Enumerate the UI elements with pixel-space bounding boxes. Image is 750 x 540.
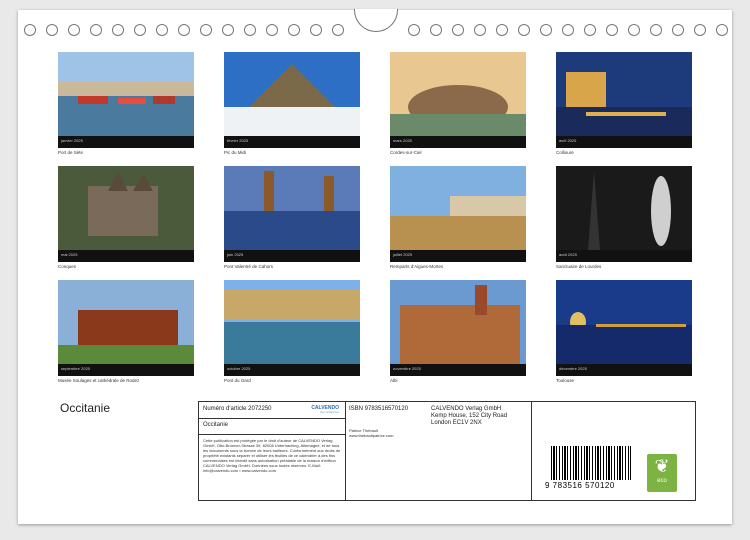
binding-hole bbox=[562, 24, 574, 36]
calendar-title: Occitanie bbox=[60, 401, 111, 415]
publisher-address: Kemp House, 152 City Road bbox=[431, 413, 508, 419]
month-tile: décembre 2025 Toulouse bbox=[556, 280, 692, 383]
article-cell: Numéro d'article 2072250 CALVENDO Das Ve… bbox=[199, 402, 346, 500]
binding-hole bbox=[244, 24, 256, 36]
month-label: mars 2025 bbox=[393, 138, 412, 143]
month-tile: février 2025 Pic du Midi bbox=[224, 52, 360, 155]
month-label: janvier 2025 bbox=[61, 138, 83, 143]
month-tile: juillet 2025 Remparts d'Aigues-Mortes bbox=[390, 166, 526, 269]
binding-hole bbox=[24, 24, 36, 36]
binding-hole bbox=[474, 24, 486, 36]
publisher-info-box: Numéro d'article 2072250 CALVENDO Das Ve… bbox=[198, 401, 696, 501]
month-label: décembre 2025 bbox=[559, 366, 587, 371]
photo-caption: Toulouse bbox=[556, 378, 575, 383]
barcode-bars bbox=[551, 446, 631, 480]
photo-caption: Port de Sète bbox=[58, 150, 84, 155]
binding-hole bbox=[672, 24, 684, 36]
binding-hole bbox=[628, 24, 640, 36]
isbn-cell: ISBN 9783516570120 Patrice Thebault www.… bbox=[345, 402, 532, 500]
binding-hole bbox=[496, 24, 508, 36]
photo-pont-du-gard bbox=[224, 280, 360, 364]
month-tile: mai 2025 Conques bbox=[58, 166, 194, 269]
binding-hole bbox=[178, 24, 190, 36]
author-website: www.thebaultpatrice.com bbox=[349, 433, 394, 438]
photo-caption: Collioure bbox=[556, 150, 574, 155]
month-label: octobre 2025 bbox=[227, 366, 251, 371]
photo-caption: Musée Soulages et cathédrale de Rodez bbox=[58, 378, 140, 383]
month-tile: mars 2025 Cordes-sur-Ciel bbox=[390, 52, 526, 155]
month-tile: avril 2025 Collioure bbox=[556, 52, 692, 155]
photo-caption: Conques bbox=[58, 264, 77, 269]
binding-hole bbox=[156, 24, 168, 36]
photo-caption: Sanctuaire de Lourdes bbox=[556, 264, 602, 269]
binding-hole bbox=[222, 24, 234, 36]
photo-port-de-sete bbox=[58, 52, 194, 136]
photo-toulouse bbox=[556, 280, 692, 364]
legal-text: Cette publication est protégée par le dr… bbox=[203, 438, 341, 473]
month-label: juin 2025 bbox=[227, 252, 244, 257]
binding-hole bbox=[584, 24, 596, 36]
calvendo-sub: Das Verlagshaus bbox=[320, 411, 339, 414]
binding-hole bbox=[46, 24, 58, 36]
calendar-back-page: janvier 2025 Port de Sète février 2025 P… bbox=[18, 9, 732, 524]
month-tile: septembre 2025 Musée Soulages et cathédr… bbox=[58, 280, 194, 383]
photo-cordes-sur-ciel bbox=[390, 52, 526, 136]
month-label: avril 2025 bbox=[559, 138, 577, 143]
month-tile: octobre 2025 Pont du Gard bbox=[224, 280, 360, 383]
photo-lourdes bbox=[556, 166, 692, 250]
leaf-icon: ❦ bbox=[654, 456, 670, 476]
isbn: ISBN 9783516570120 bbox=[349, 406, 409, 412]
binding-hole bbox=[694, 24, 706, 36]
binding-hole bbox=[650, 24, 662, 36]
binding-hole bbox=[112, 24, 124, 36]
photo-conques bbox=[58, 166, 194, 250]
barcode: 9 783516 570120 bbox=[545, 446, 631, 492]
month-label: août 2025 bbox=[559, 252, 577, 257]
photo-caption: Albi bbox=[390, 378, 398, 383]
binding-hole bbox=[332, 24, 344, 36]
month-tile: novembre 2025 Albi bbox=[390, 280, 526, 383]
calendar-name: Occitanie bbox=[203, 422, 229, 428]
month-label: février 2025 bbox=[227, 138, 249, 143]
month-label: novembre 2025 bbox=[393, 366, 421, 371]
binding-hole bbox=[134, 24, 146, 36]
photo-albi bbox=[390, 280, 526, 364]
binding-hole bbox=[90, 24, 102, 36]
photo-aigues-mortes bbox=[390, 166, 526, 250]
photo-caption: Pont Valentré de Cahors bbox=[224, 264, 273, 269]
photo-caption: Cordes-sur-Ciel bbox=[390, 150, 422, 155]
binding-hole bbox=[68, 24, 80, 36]
binding-hole bbox=[408, 24, 420, 36]
month-tile: août 2025 Sanctuaire de Lourdes bbox=[556, 166, 692, 269]
photo-caption: Pic du Midi bbox=[224, 150, 247, 155]
binding-hole bbox=[452, 24, 464, 36]
binding-hole bbox=[200, 24, 212, 36]
eco-label: eco bbox=[657, 478, 667, 484]
photo-rodez bbox=[58, 280, 194, 364]
binding-hole bbox=[288, 24, 300, 36]
binding-hole bbox=[518, 24, 530, 36]
binding-hole bbox=[540, 24, 552, 36]
barcode-number: 9 783516 570120 bbox=[545, 481, 615, 490]
photo-collioure bbox=[556, 52, 692, 136]
month-label: septembre 2025 bbox=[61, 366, 90, 371]
month-label: mai 2025 bbox=[61, 252, 78, 257]
photo-pont-valentre bbox=[224, 166, 360, 250]
publisher-city: London EC1V 2NX bbox=[431, 420, 482, 426]
eco-badge: ❦ eco bbox=[647, 454, 677, 492]
publisher-name: CALVENDO Verlag GmbH bbox=[431, 406, 502, 412]
photo-pic-du-midi bbox=[224, 52, 360, 136]
photo-caption: Pont du Gard bbox=[224, 378, 251, 383]
binding-hole bbox=[606, 24, 618, 36]
binding-hole bbox=[430, 24, 442, 36]
article-number: Numéro d'article 2072250 bbox=[203, 406, 272, 412]
month-label: juillet 2025 bbox=[393, 252, 413, 257]
binding-hole bbox=[716, 24, 728, 36]
month-tile: juin 2025 Pont Valentré de Cahors bbox=[224, 166, 360, 269]
binding-hole bbox=[266, 24, 278, 36]
month-tile: janvier 2025 Port de Sète bbox=[58, 52, 194, 155]
binding-hole bbox=[310, 24, 322, 36]
photo-caption: Remparts d'Aigues-Mortes bbox=[390, 264, 444, 269]
